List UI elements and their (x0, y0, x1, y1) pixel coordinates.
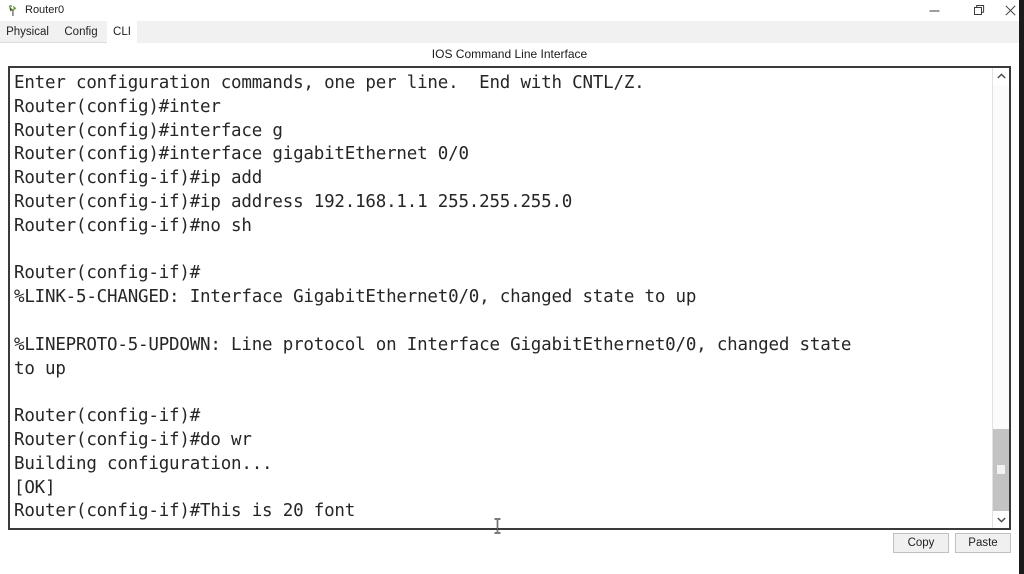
terminal-vertical-scrollbar[interactable] (992, 68, 1009, 528)
tab-physical[interactable]: Physical (0, 21, 55, 43)
cli-terminal-output[interactable]: Enter configuration commands, one per li… (10, 68, 992, 528)
tab-config-label: Config (64, 25, 98, 38)
panel-title: IOS Command Line Interface (431, 47, 588, 61)
chevron-up-icon[interactable] (993, 68, 1009, 85)
window-title: Router0 (25, 4, 65, 16)
footer-toolbar: Copy Paste (0, 530, 1019, 574)
window-right-edge (1019, 0, 1024, 574)
close-icon[interactable] (1002, 0, 1019, 21)
tab-cli-label: CLI (113, 25, 131, 38)
tab-config[interactable]: Config (55, 21, 107, 43)
tab-bar-filler (137, 21, 1019, 44)
scrollbar-thumb[interactable] (993, 429, 1009, 511)
router-cli-window: Router0 Physical Config CLI IOS Command … (0, 0, 1019, 574)
copy-button[interactable]: Copy (893, 533, 949, 553)
tab-cli[interactable]: CLI (107, 21, 137, 43)
minimize-icon[interactable] (912, 0, 957, 21)
cli-terminal-text: Enter configuration commands, one per li… (14, 73, 852, 522)
title-bar: Router0 (0, 0, 1019, 21)
scrollbar-track[interactable] (993, 85, 1009, 511)
tab-bar: Physical Config CLI (0, 21, 1019, 44)
router-device-icon (6, 4, 20, 18)
tab-physical-label: Physical (6, 25, 49, 38)
panel-header: IOS Command Line Interface (0, 43, 1019, 65)
paste-button[interactable]: Paste (955, 533, 1011, 553)
cli-terminal-container: Enter configuration commands, one per li… (8, 66, 1011, 530)
scrollbar-thumb-grip (997, 465, 1005, 474)
restore-icon[interactable] (957, 0, 1002, 21)
chevron-down-icon[interactable] (993, 511, 1009, 528)
